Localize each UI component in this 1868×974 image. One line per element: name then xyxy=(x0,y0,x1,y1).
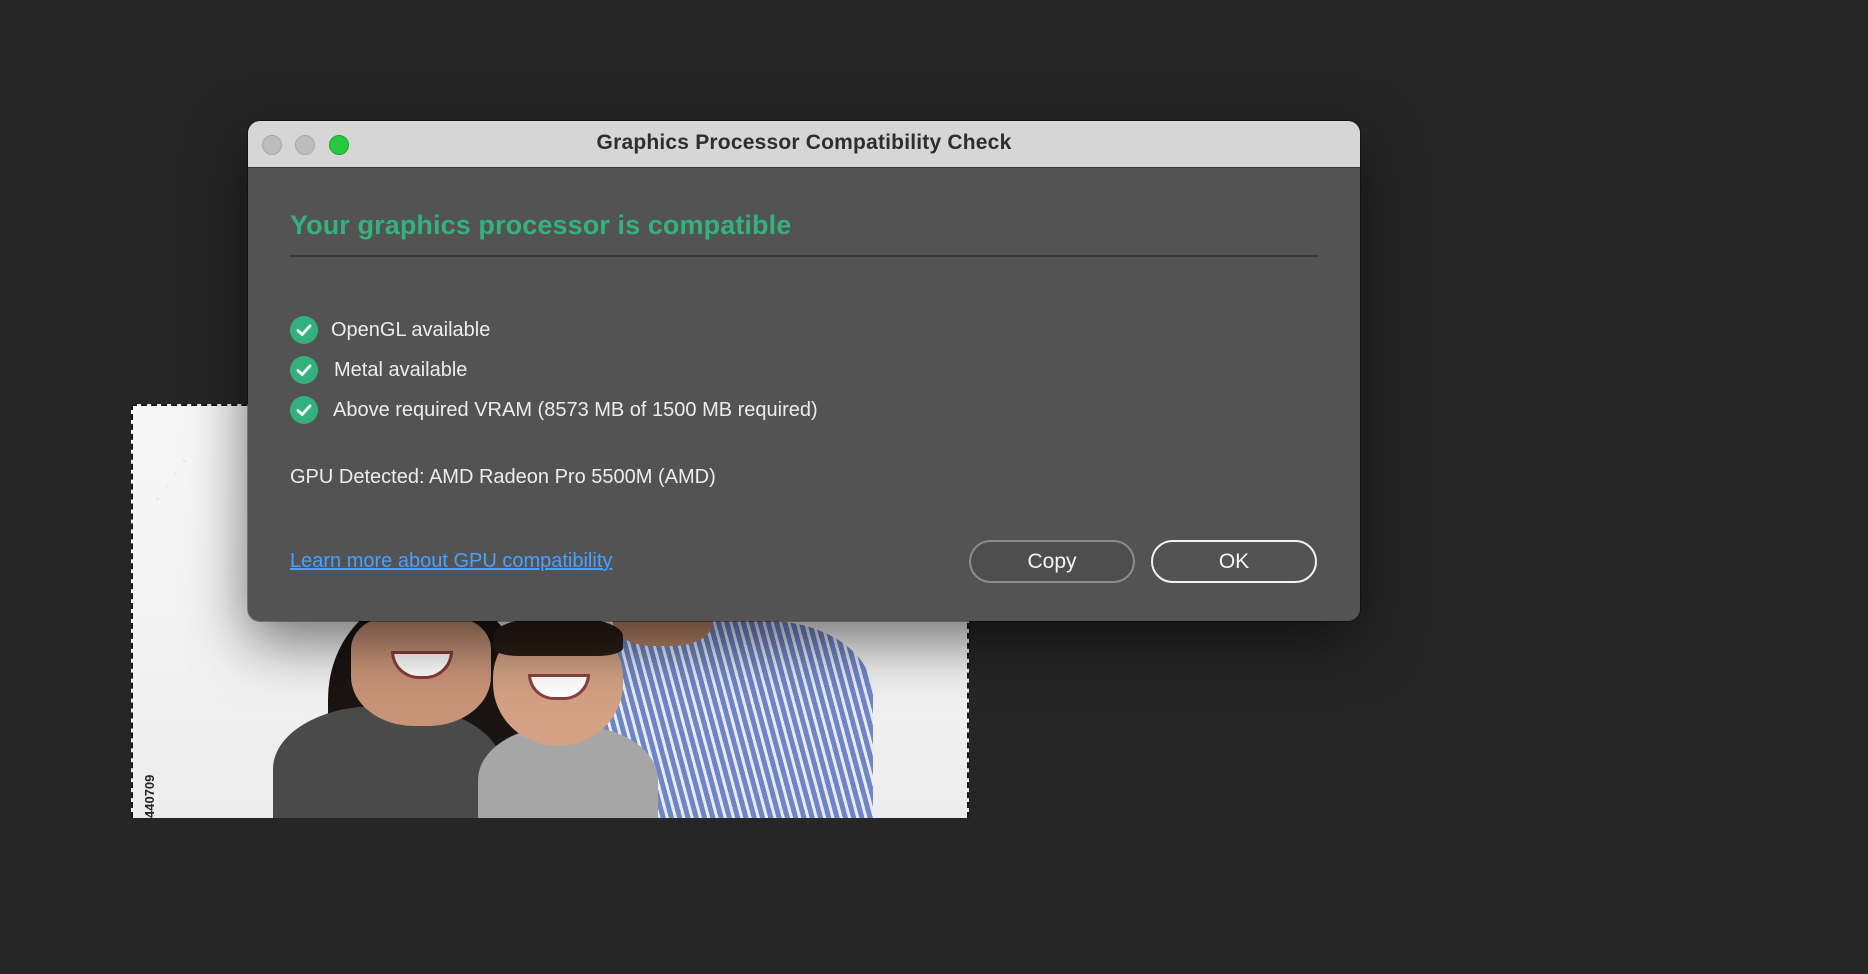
photo-child-hair xyxy=(493,616,623,656)
watermark: · · · · xyxy=(144,449,196,509)
gpu-compatibility-dialog: Graphics Processor Compatibility Check Y… xyxy=(248,121,1360,621)
dialog-titlebar[interactable]: Graphics Processor Compatibility Check xyxy=(248,121,1360,168)
compatibility-headline: Your graphics processor is compatible xyxy=(290,210,792,240)
headline-divider xyxy=(290,255,1318,257)
dialog-title: Graphics Processor Compatibility Check xyxy=(596,131,1012,154)
gpu-detected-text: GPU Detected: AMD Radeon Pro 5500M (AMD) xyxy=(290,466,716,488)
learn-more-link[interactable]: Learn more about GPU compatibility xyxy=(290,550,612,573)
check-item-vram: Above required VRAM (8573 MB of 1500 MB … xyxy=(290,390,818,430)
dialog-content: Your graphics processor is compatible Op… xyxy=(290,168,1318,621)
app-workspace: · · · · 440709 Graphics Processor Compat… xyxy=(0,0,1568,818)
photo-woman-body xyxy=(273,706,503,818)
checkmark-circle-icon xyxy=(290,316,318,344)
copy-button[interactable]: Copy xyxy=(969,540,1135,583)
check-list: OpenGL available Metal available Above r… xyxy=(290,310,818,430)
check-item-metal: Metal available xyxy=(290,350,818,390)
check-item-opengl: OpenGL available xyxy=(290,310,818,350)
checkmark-circle-icon xyxy=(290,396,318,424)
image-id-text: 440709 xyxy=(142,774,157,818)
check-label: Above required VRAM (8573 MB of 1500 MB … xyxy=(333,398,818,421)
check-label: Metal available xyxy=(334,358,468,381)
ok-button[interactable]: OK xyxy=(1151,540,1317,583)
checkmark-circle-icon xyxy=(290,356,318,384)
check-label: OpenGL available xyxy=(331,318,491,341)
